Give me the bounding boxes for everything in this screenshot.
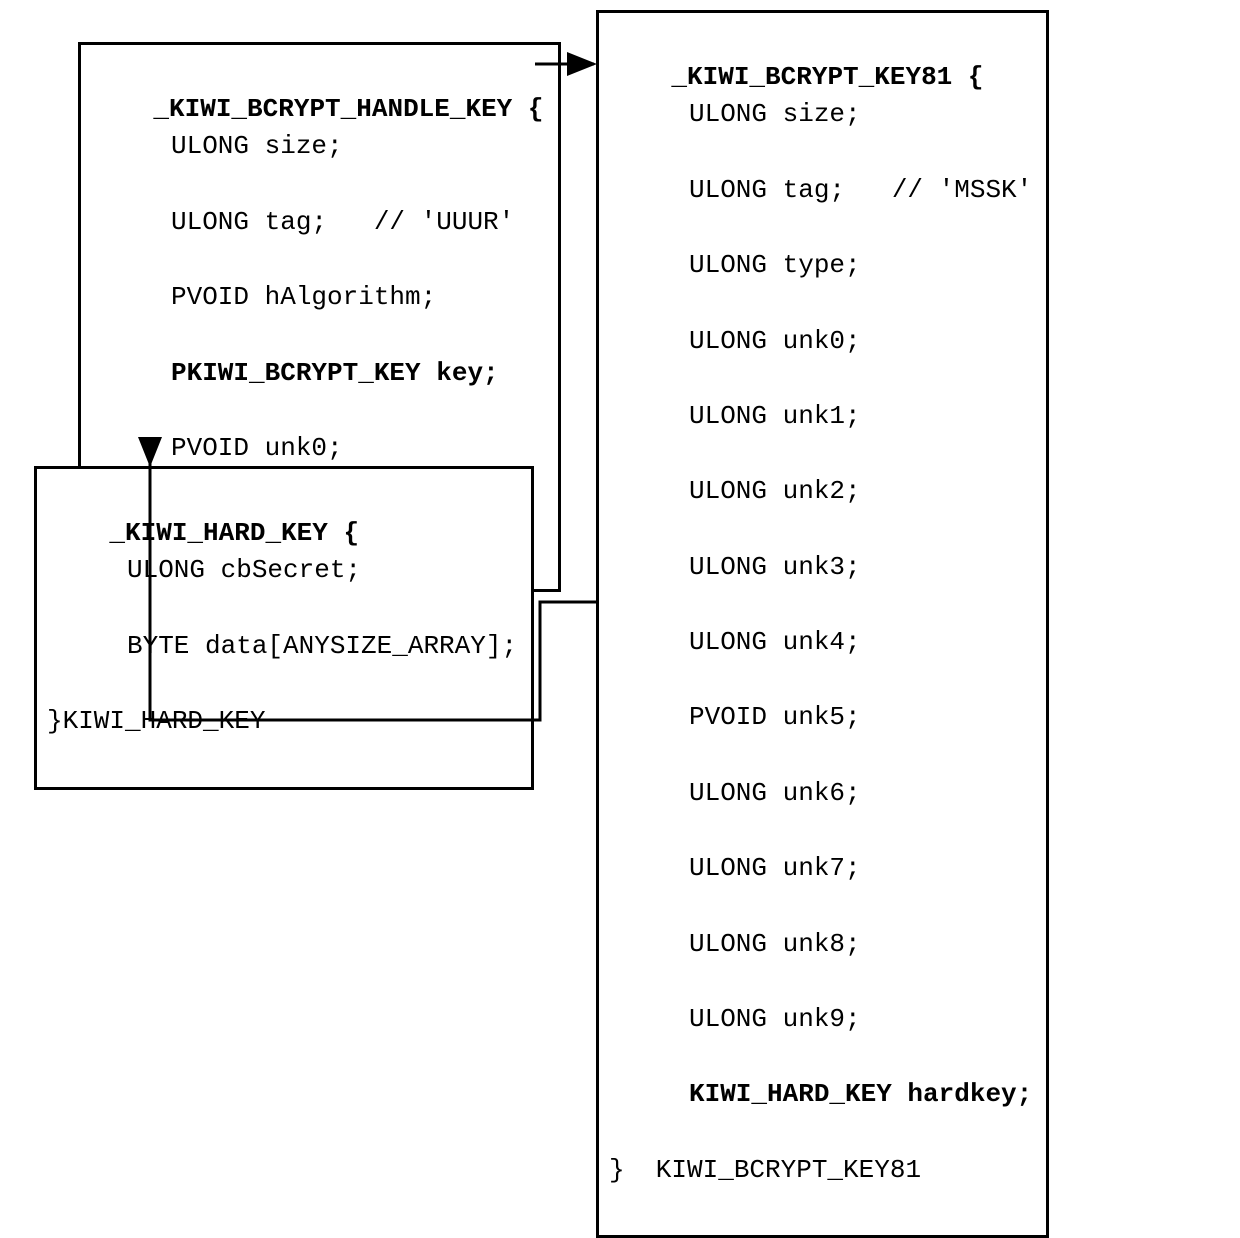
struct-hard-key: _KIWI_HARD_KEY { ULONG cbSecret; BYTE da… [34,466,534,790]
field: ULONG tag; // 'MSSK' [609,172,1032,210]
field: ULONG type; [609,247,1032,285]
field: ULONG tag; // 'UUUR' [91,204,544,242]
field: BYTE data[ANYSIZE_ARRAY]; [47,628,517,666]
field-key-pointer: PKIWI_BCRYPT_KEY key; [91,355,544,393]
field: ULONG cbSecret; [47,552,517,590]
field: ULONG unk0; [609,323,1032,361]
struct-key81: _KIWI_BCRYPT_KEY81 { ULONG size; ULONG t… [596,10,1049,1238]
field: PVOID unk0; [91,430,544,468]
struct-key81-open: _KIWI_BCRYPT_KEY81 { [671,62,983,92]
field: PVOID unk5; [609,699,1032,737]
field: ULONG size; [91,128,544,166]
field-hardkey: KIWI_HARD_KEY hardkey; [609,1076,1032,1114]
field: ULONG unk8; [609,926,1032,964]
struct-handle-key-open: _KIWI_BCRYPT_HANDLE_KEY { [153,94,543,124]
struct-hard-key-open: _KIWI_HARD_KEY { [109,518,359,548]
field: PVOID hAlgorithm; [91,279,544,317]
field: ULONG unk2; [609,473,1032,511]
field: ULONG unk4; [609,624,1032,662]
field: ULONG unk6; [609,775,1032,813]
field: ULONG unk9; [609,1001,1032,1039]
field: ULONG size; [609,96,1032,134]
struct-key81-close: } KIWI_BCRYPT_KEY81 [609,1155,921,1185]
diagram-canvas: _KIWI_BCRYPT_HANDLE_KEY { ULONG size; UL… [0,0,1240,757]
field: ULONG unk7; [609,850,1032,888]
field: ULONG unk1; [609,398,1032,436]
struct-hard-key-close: }KIWI_HARD_KEY [47,706,265,736]
field: ULONG unk3; [609,549,1032,587]
